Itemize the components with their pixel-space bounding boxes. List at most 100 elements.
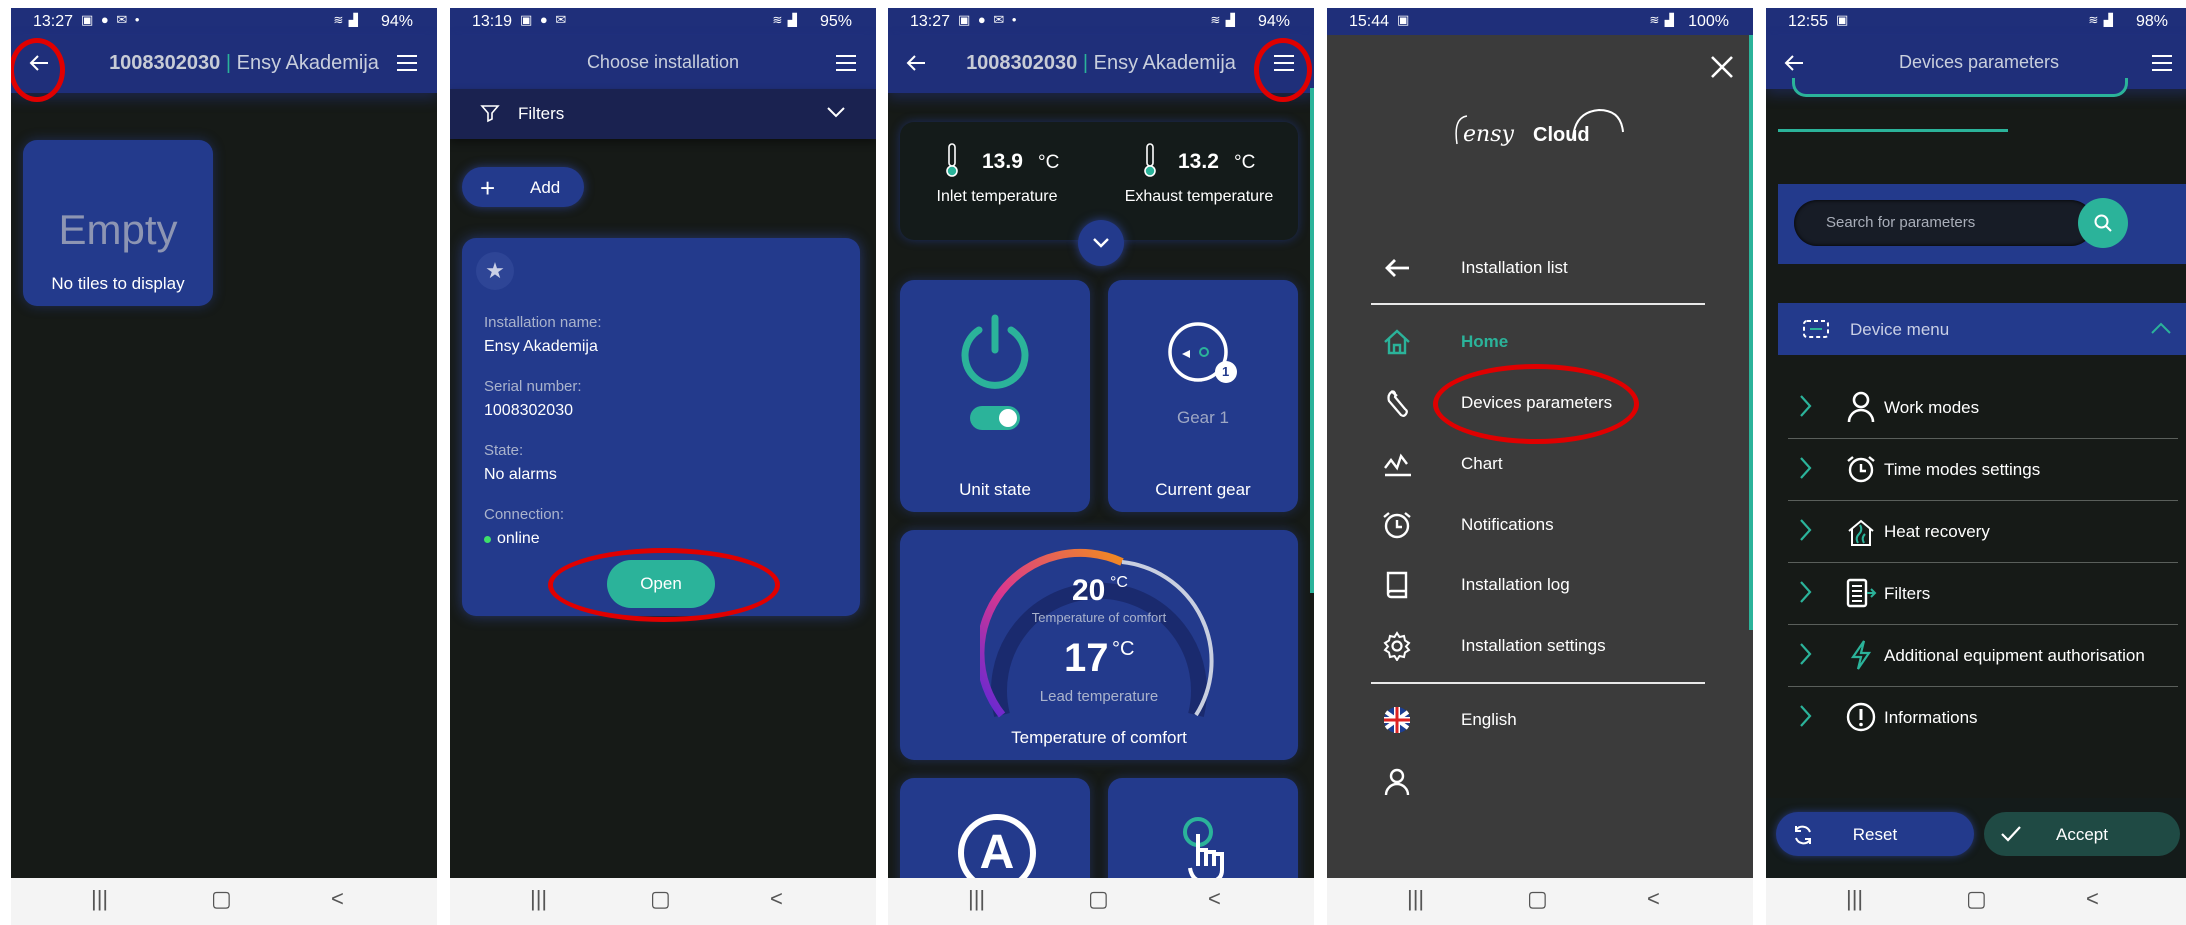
status-bar: 13:27 ▣ ● ✉ • ≋ ▟ 94% xyxy=(11,8,437,35)
param-heat-recovery[interactable]: Heat recovery xyxy=(1788,502,2178,563)
expand-chevron-button[interactable] xyxy=(1078,220,1124,266)
menu-chart[interactable]: Chart xyxy=(1377,444,1503,484)
connection-label: Connection: xyxy=(484,506,565,523)
app-header: Choose installation xyxy=(450,35,876,89)
menu-home[interactable]: Home xyxy=(1377,322,1508,362)
menu-label: Installation list xyxy=(1461,258,1568,277)
recents-icon[interactable]: ||| xyxy=(530,886,547,912)
menu-notifications[interactable]: Notifications xyxy=(1377,505,1554,545)
comfort-temperature-tile[interactable]: 20 °C Temperature of comfort 17 °C Lead … xyxy=(900,530,1298,760)
back-nav-icon[interactable]: < xyxy=(770,886,783,912)
status-bar: 12:55 ▣ ≋ ▟ 98% xyxy=(1766,8,2186,35)
param-additional-equipment[interactable]: Additional equipment authorisation xyxy=(1788,626,2178,687)
inlet-temp-value: 13.9 xyxy=(982,150,1023,173)
chevron-up-icon[interactable] xyxy=(2150,321,2172,340)
back-arrow-icon xyxy=(1377,248,1417,288)
notification-icons: ▣ xyxy=(1397,12,1412,27)
recents-icon[interactable]: ||| xyxy=(1407,886,1424,912)
chevron-right-icon xyxy=(1798,394,1812,423)
lead-temperature-unit: °C xyxy=(1112,638,1135,660)
header-serial: 1008302030 xyxy=(109,52,221,74)
unit-state-tile[interactable]: Unit state xyxy=(900,280,1090,512)
gear-text: Gear 1 xyxy=(1177,408,1229,427)
chevron-down-icon[interactable] xyxy=(826,105,846,124)
auto-mode-tile[interactable]: A xyxy=(900,778,1090,878)
alarm-clock-icon xyxy=(1844,452,1878,486)
filters-bar[interactable]: Filters xyxy=(450,89,876,139)
menu-language[interactable]: English xyxy=(1377,700,1517,740)
highlight-circle xyxy=(1433,364,1639,444)
param-informations[interactable]: Informations xyxy=(1788,688,2178,748)
back-nav-icon[interactable]: < xyxy=(1208,886,1221,912)
hamburger-menu-icon[interactable] xyxy=(828,45,864,81)
param-work-modes[interactable]: Work modes xyxy=(1788,378,2178,439)
battery-level: 94% xyxy=(380,13,413,30)
param-time-modes-settings[interactable]: Time modes settings xyxy=(1788,440,2178,501)
device-menu-label: Device menu xyxy=(1850,320,1950,339)
recents-icon[interactable]: ||| xyxy=(968,886,985,912)
reset-button[interactable]: Reset xyxy=(1776,812,1974,856)
home-nav-icon[interactable]: ▢ xyxy=(211,886,232,912)
tab-underline xyxy=(1778,129,2008,132)
exhaust-temp-value: 13.2 xyxy=(1178,150,1219,173)
menu-devices-parameters[interactable]: Devices parameters xyxy=(1377,383,1612,423)
add-button[interactable]: + Add xyxy=(462,167,584,207)
thermometer-icon xyxy=(944,142,960,183)
highlight-circle xyxy=(1254,38,1312,102)
current-gear-tile[interactable]: 1 Gear 1 Current gear xyxy=(1108,280,1298,512)
menu-user-account[interactable] xyxy=(1377,762,1417,802)
signal-icon: ≋ ▟ xyxy=(772,13,798,27)
search-placeholder: Search for parameters xyxy=(1826,214,1976,231)
status-time: 13:27 xyxy=(910,13,951,30)
menu-label: English xyxy=(1461,710,1517,729)
screen-devices-parameters: 12:55 ▣ ≋ ▟ 98% Devices parameters Searc… xyxy=(1766,8,2186,878)
search-input[interactable]: Search for parameters xyxy=(1794,200,2094,246)
menu-installation-log[interactable]: Installation log xyxy=(1377,565,1570,605)
phone-screen-3: 13:27 ▣ ● ✉ • ≋ ▟ 94% 1008302030 | Ensy … xyxy=(888,8,1314,925)
home-nav-icon[interactable]: ▢ xyxy=(1527,886,1548,912)
accept-button[interactable]: Accept xyxy=(1984,812,2180,856)
search-panel: Search for parameters xyxy=(1778,184,2186,264)
empty-tile-text: No tiles to display xyxy=(51,274,185,293)
home-nav-icon[interactable]: ▢ xyxy=(650,886,671,912)
inlet-temp-label: Inlet temperature xyxy=(936,188,1058,205)
close-icon[interactable] xyxy=(1709,54,1737,82)
hamburger-menu-icon[interactable] xyxy=(389,45,425,81)
favorite-star-icon[interactable]: ★ xyxy=(476,252,514,290)
home-nav-icon[interactable]: ▢ xyxy=(1966,886,1987,912)
tab-pill-partial[interactable] xyxy=(1792,78,2128,97)
hamburger-menu-icon[interactable] xyxy=(2144,45,2180,81)
android-nav-bar: ||| ▢ < xyxy=(1766,878,2186,925)
param-filters[interactable]: Filters xyxy=(1788,564,2178,625)
menu-divider xyxy=(1371,682,1705,684)
menu-label: Notifications xyxy=(1461,515,1554,534)
signal-icon: ≋ ▟ xyxy=(333,13,359,27)
home-nav-icon[interactable]: ▢ xyxy=(1088,886,1109,912)
unit-state-toggle[interactable] xyxy=(970,406,1020,430)
state-label: State: xyxy=(484,442,524,459)
param-label: Additional equipment authorisation xyxy=(1884,646,2145,665)
back-nav-icon[interactable]: < xyxy=(331,886,344,912)
comfort-tile-label: Temperature of comfort xyxy=(1011,728,1187,747)
back-nav-icon[interactable]: < xyxy=(2086,886,2099,912)
state-value: No alarms xyxy=(484,466,557,483)
highlight-circle xyxy=(11,38,65,102)
heat-recovery-house-icon xyxy=(1844,514,1878,548)
recents-icon[interactable]: ||| xyxy=(1846,886,1863,912)
header-serial: 1008302030 xyxy=(966,52,1078,74)
exhaust-temp-unit: °C xyxy=(1234,152,1256,173)
installation-name-label: Installation name: xyxy=(484,314,602,331)
header-name: Ensy Akademija xyxy=(236,52,379,74)
search-button[interactable] xyxy=(2078,198,2128,248)
battery-level: 100% xyxy=(1688,13,1729,30)
manual-touch-tile[interactable] xyxy=(1108,778,1298,878)
menu-installation-list[interactable]: Installation list xyxy=(1377,248,1568,288)
back-nav-icon[interactable]: < xyxy=(1647,886,1660,912)
connection-value: online xyxy=(497,530,540,547)
status-time: 15:44 xyxy=(1349,13,1390,30)
device-menu-header[interactable]: Device menu xyxy=(1778,303,2186,355)
menu-installation-settings[interactable]: Installation settings xyxy=(1377,626,1606,666)
notification-icons: ▣ ● ✉ • xyxy=(958,12,1019,27)
recents-icon[interactable]: ||| xyxy=(91,886,108,912)
status-time: 12:55 xyxy=(1788,13,1829,30)
